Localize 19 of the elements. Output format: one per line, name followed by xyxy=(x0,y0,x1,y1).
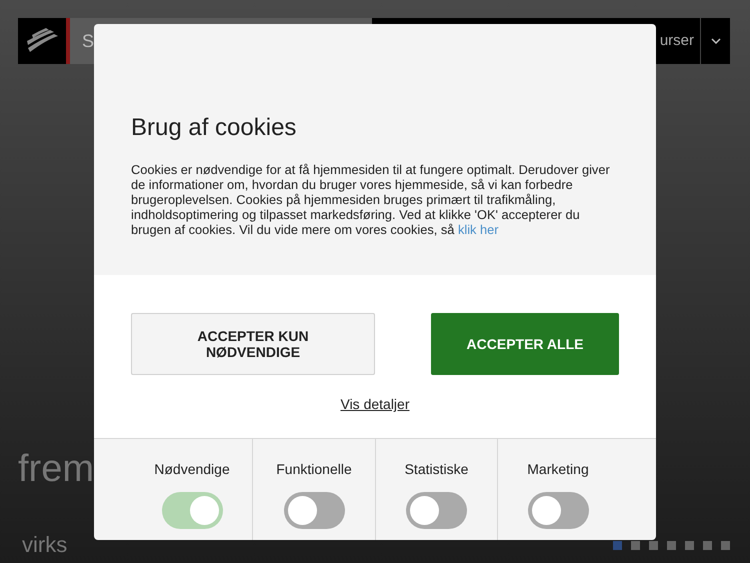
toggle-switch[interactable] xyxy=(284,492,344,529)
chevron-down-icon xyxy=(710,38,720,44)
dialog-body: Cookies er nødvendige for at få hjemmesiden til at fungere optimalt. Derudover giver de informationer om, hvordan du bruger vores hjemmeside, så vi kan forbedre brugeroplevelsen. Cookies på hjemmesiden bruges primært til trafikmåling, indholdsoptimering og tilpasset markedsføring. Ved at klikke 'OK' accepterer du brugen af cookies. Vil du vide mere om vores cookies, så klik her xyxy=(131,162,611,237)
category-label: Statistiske xyxy=(404,460,468,479)
toggle-switch[interactable] xyxy=(162,492,222,529)
hero-subheading: virks xyxy=(22,534,68,556)
accept-necessary-button[interactable]: ACCEPTER KUN NØDVENDIGE xyxy=(131,313,375,375)
show-details-link[interactable]: Vis detaljer xyxy=(340,394,410,415)
logo-block[interactable] xyxy=(18,18,70,64)
category-label: Nødvendige xyxy=(154,460,230,479)
category-label: Funktionelle xyxy=(276,460,352,479)
hero-heading: frem xyxy=(18,450,94,488)
toggle-switch[interactable] xyxy=(406,492,467,529)
nav-dropdown-button[interactable] xyxy=(700,18,730,64)
accept-all-button[interactable]: ACCEPTER ALLE xyxy=(431,313,619,375)
category-label: Marketing xyxy=(527,460,589,479)
toggle-switch[interactable] xyxy=(528,492,588,529)
nav-item[interactable]: urser xyxy=(660,30,694,52)
dialog-title: Brug af cookies xyxy=(131,116,298,140)
